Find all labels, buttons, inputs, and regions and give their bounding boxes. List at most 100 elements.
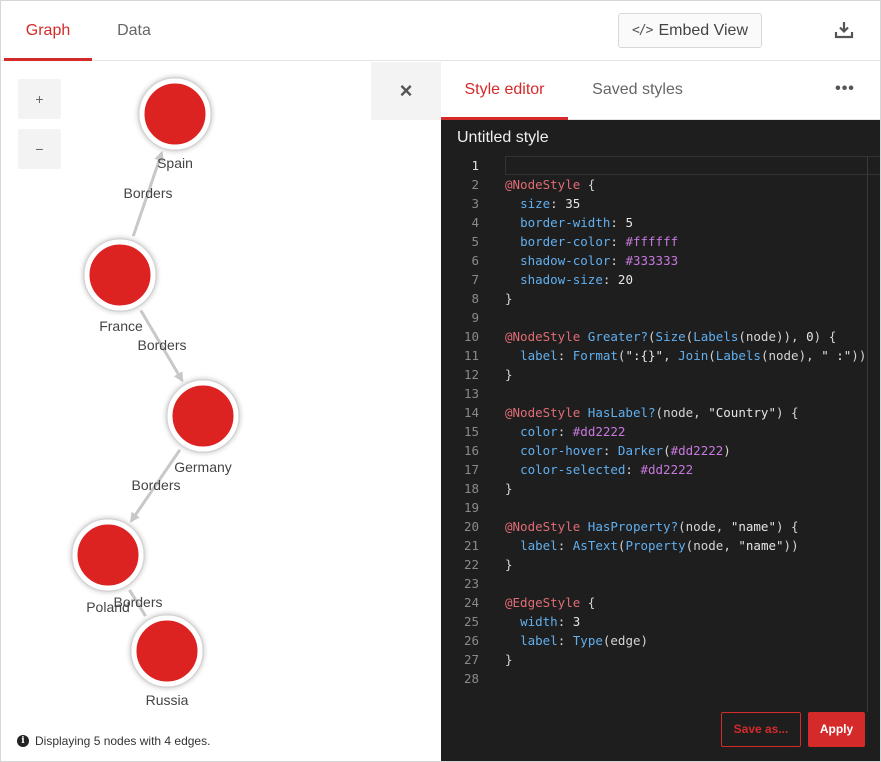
graph-node-france[interactable] — [84, 239, 156, 311]
code-text: } — [505, 557, 513, 572]
line-number: 9 — [471, 310, 479, 325]
line-number: 24 — [463, 595, 479, 610]
line-number: 12 — [463, 367, 479, 382]
line-number: 26 — [463, 633, 479, 648]
code-line[interactable]: 2 @NodeStyle { — [441, 175, 880, 194]
code-line[interactable]: 27} — [441, 650, 880, 669]
line-number: 1 — [471, 158, 479, 173]
code-text: width: 3 — [520, 614, 581, 629]
code-line[interactable]: 18} — [441, 479, 880, 498]
line-number: 28 — [463, 671, 479, 686]
node-label-germany: Germany — [174, 459, 232, 475]
code-line[interactable]: 13 — [441, 384, 880, 403]
code-line[interactable]: 26 label: Type(edge) — [441, 631, 880, 650]
line-number: 17 — [463, 462, 479, 477]
code-text: } — [505, 291, 513, 306]
code-line[interactable]: 7 shadow-size: 20 — [441, 270, 880, 289]
code-line[interactable]: 9 — [441, 308, 880, 327]
code-text: border-width: 5 — [520, 215, 633, 230]
code-line[interactable]: 5 border-color: #ffffff — [441, 232, 880, 251]
download-icon[interactable] — [833, 19, 855, 41]
status-text: Displaying 5 nodes with 4 edges. — [35, 734, 211, 748]
line-number: 10 — [463, 329, 479, 344]
code-line[interactable]: 17 color-selected: #dd2222 — [441, 460, 880, 479]
code-line[interactable]: 28 — [441, 669, 880, 688]
embed-view-button[interactable]: </> Embed View — [618, 13, 762, 48]
code-line[interactable]: 8} — [441, 289, 880, 308]
edge-label: Borders — [131, 477, 180, 493]
code-line[interactable]: 23 — [441, 574, 880, 593]
embed-view-label: Embed View — [658, 21, 748, 39]
editor-scrollbar[interactable] — [867, 157, 868, 712]
line-number: 14 — [463, 405, 479, 420]
node-label-russia: Russia — [146, 692, 189, 708]
top-bar: Graph Data </> Embed View — [1, 1, 880, 61]
code-text: @NodeStyle HasLabel?(node, "Country") { — [505, 405, 799, 420]
graph-node-russia[interactable] — [131, 615, 203, 687]
line-number: 20 — [463, 519, 479, 534]
tab-saved-styles[interactable]: Saved styles — [579, 62, 696, 120]
code-text: color: #dd2222 — [520, 424, 626, 439]
zoom-in-button[interactable]: + — [18, 79, 61, 119]
line-number: 13 — [463, 386, 479, 401]
code-editor[interactable]: 1 2 @NodeStyle {3 size: 35 4 border-width: … — [441, 156, 880, 716]
code-text: @NodeStyle HasProperty?(node, "name") { — [505, 519, 799, 534]
code-text: } — [505, 367, 513, 382]
line-number: 15 — [463, 424, 479, 439]
tab-graph[interactable]: Graph — [4, 1, 92, 61]
graph-canvas[interactable]: Borders Borders Borders Borders Spain France G… — [1, 62, 441, 761]
line-number: 25 — [463, 614, 479, 629]
code-line[interactable]: 3 size: 35 — [441, 194, 880, 213]
app-window: Graph Data </> Embed View BordersBorder — [0, 0, 881, 762]
edge-label: Borders — [123, 185, 172, 201]
line-number: 6 — [471, 253, 479, 268]
style-name[interactable]: Untitled style — [457, 129, 549, 147]
more-options-icon[interactable]: ••• — [834, 80, 856, 102]
code-text: border-color: #ffffff — [520, 234, 679, 249]
code-line[interactable]: 14 @NodeStyle HasLabel?(node, "Country") … — [441, 403, 880, 422]
line-number: 27 — [463, 652, 479, 667]
graph-node-germany[interactable] — [167, 380, 239, 452]
code-line[interactable]: 19 — [441, 498, 880, 517]
graph-svg[interactable]: BordersBordersBordersBordersSpainFranceG… — [1, 62, 441, 722]
code-line[interactable]: 21 label: AsText(Property(node, "name")) — [441, 536, 880, 555]
code-text: label: Type(edge) — [520, 633, 649, 648]
zoom-out-button[interactable]: − — [18, 129, 61, 169]
code-line[interactable]: 4 border-width: 5 — [441, 213, 880, 232]
code-text: shadow-size: 20 — [520, 272, 633, 287]
code-line[interactable]: 10 @NodeStyle Greater?(Size(Labels(node))… — [441, 327, 880, 346]
status-bar: i Displaying 5 nodes with 4 edges. — [17, 734, 210, 748]
graph-node-poland[interactable] — [72, 519, 144, 591]
graph-node-spain[interactable] — [139, 78, 211, 150]
line-number: 3 — [471, 196, 479, 211]
code-text: @NodeStyle Greater?(Size(Labels(node)), … — [505, 329, 837, 344]
info-icon: i — [17, 735, 29, 747]
code-line[interactable]: 15 color: #dd2222 — [441, 422, 880, 441]
edge-label: Borders — [137, 337, 186, 353]
save-as-button[interactable]: Save as... — [721, 712, 801, 747]
line-number: 4 — [471, 215, 479, 230]
code-line[interactable]: 20 @NodeStyle HasProperty?(node, "name") … — [441, 517, 880, 536]
code-line[interactable]: 11 label: Format(":{}", Join(Labels(node… — [441, 346, 880, 365]
code-line[interactable]: 24 @EdgeStyle { — [441, 593, 880, 612]
tab-data[interactable]: Data — [92, 1, 176, 60]
code-text: label: AsText(Property(node, "name")) — [520, 538, 799, 553]
code-line[interactable]: 1 — [441, 156, 880, 175]
code-line[interactable]: 6 shadow-color: #333333 — [441, 251, 880, 270]
code-line[interactable]: 16 color-hover: Darker(#dd2222) — [441, 441, 880, 460]
code-line[interactable]: 12} — [441, 365, 880, 384]
node-label-france: France — [99, 318, 143, 334]
style-editor-panel: Style editor Saved styles ••• Untitled s… — [441, 62, 880, 761]
line-number: 2 — [471, 177, 479, 192]
apply-button[interactable]: Apply — [808, 712, 865, 747]
line-number: 7 — [471, 272, 479, 287]
line-number: 19 — [463, 500, 479, 515]
close-panel-button[interactable]: × — [371, 62, 441, 120]
line-number: 16 — [463, 443, 479, 458]
code-line[interactable]: 22} — [441, 555, 880, 574]
code-text: } — [505, 652, 513, 667]
line-number: 22 — [463, 557, 479, 572]
tab-style-editor[interactable]: Style editor — [441, 62, 568, 120]
node-label-spain: Spain — [157, 155, 193, 171]
code-line[interactable]: 25 width: 3 — [441, 612, 880, 631]
